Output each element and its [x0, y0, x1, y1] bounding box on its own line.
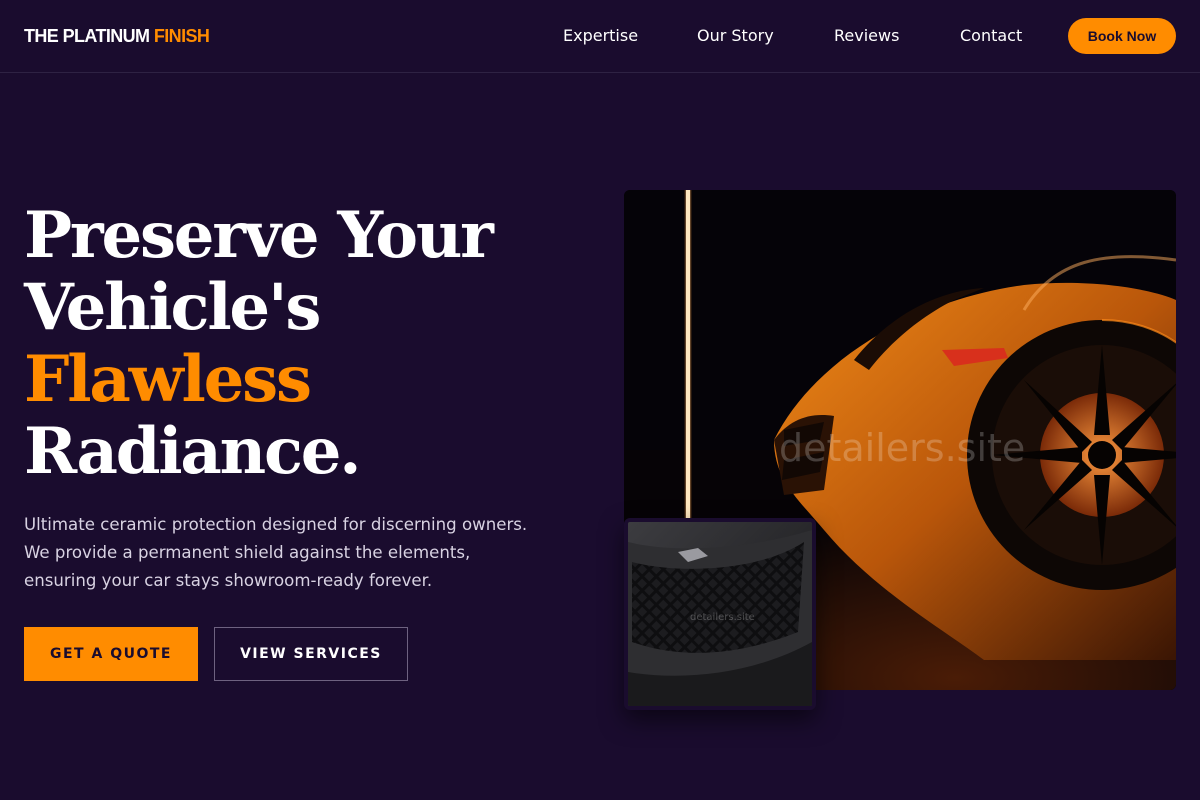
detail-thumbnail-image: detailers.site — [624, 518, 816, 710]
hero-headline: Preserve Your Vehicle's Flawless Radianc… — [24, 200, 584, 488]
headline-accent: Flawless — [24, 342, 312, 417]
hero-subtitle: Ultimate ceramic protection designed for… — [24, 515, 528, 590]
brand-logo[interactable]: THE PLATINUM FINISH — [24, 24, 210, 48]
brand-name-accent: FINISH — [153, 26, 210, 46]
view-services-button[interactable]: VIEW SERVICES — [214, 627, 408, 681]
book-now-button[interactable]: Book Now — [1068, 18, 1176, 54]
headline-line: Vehicle's — [24, 270, 321, 345]
top-navigation: THE PLATINUM FINISH Expertise Our Story … — [0, 0, 1200, 73]
nav-link-reviews[interactable]: Reviews — [834, 25, 899, 47]
headline-line: Preserve Your — [24, 198, 494, 273]
nav-link-expertise[interactable]: Expertise — [563, 25, 638, 47]
nav-link-our-story[interactable]: Our Story — [697, 25, 774, 47]
car-grille-illustration — [628, 522, 812, 706]
nav-link-contact[interactable]: Contact — [960, 25, 1022, 47]
brand-name: THE PLATINUM — [24, 26, 150, 46]
headline-line: Radiance. — [24, 414, 362, 489]
get-quote-button[interactable]: GET A QUOTE — [24, 627, 198, 681]
